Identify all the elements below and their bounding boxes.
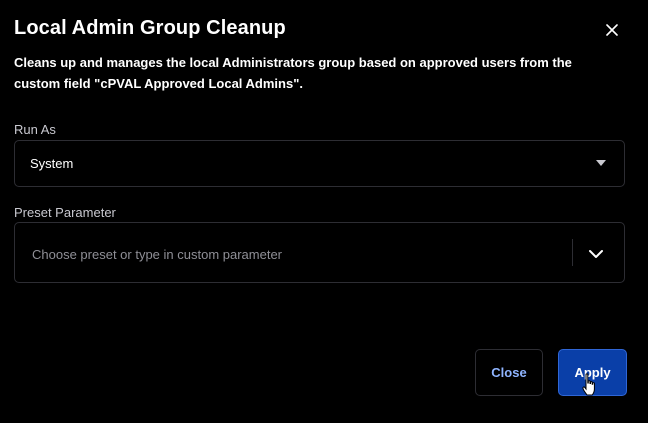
dialog-close-button[interactable] xyxy=(598,16,626,44)
run-as-select[interactable]: System xyxy=(14,140,625,187)
apply-button[interactable]: Apply xyxy=(558,349,627,396)
close-icon xyxy=(606,24,618,36)
combobox-divider xyxy=(572,239,573,266)
chevron-down-icon xyxy=(589,250,603,258)
preset-parameter-input[interactable] xyxy=(32,245,552,263)
preset-parameter-combobox xyxy=(14,222,625,283)
preset-dropdown-toggle[interactable] xyxy=(585,243,607,265)
run-as-label: Run As xyxy=(14,122,56,137)
preset-parameter-label: Preset Parameter xyxy=(14,205,116,220)
dialog-title: Local Admin Group Cleanup xyxy=(14,17,286,39)
caret-down-icon xyxy=(596,160,606,166)
close-button[interactable]: Close xyxy=(475,349,543,396)
run-as-value: System xyxy=(30,156,74,171)
local-admin-cleanup-dialog: Local Admin Group Cleanup Cleans up and … xyxy=(0,0,648,423)
dialog-description: Cleans up and manages the local Administ… xyxy=(14,55,572,91)
